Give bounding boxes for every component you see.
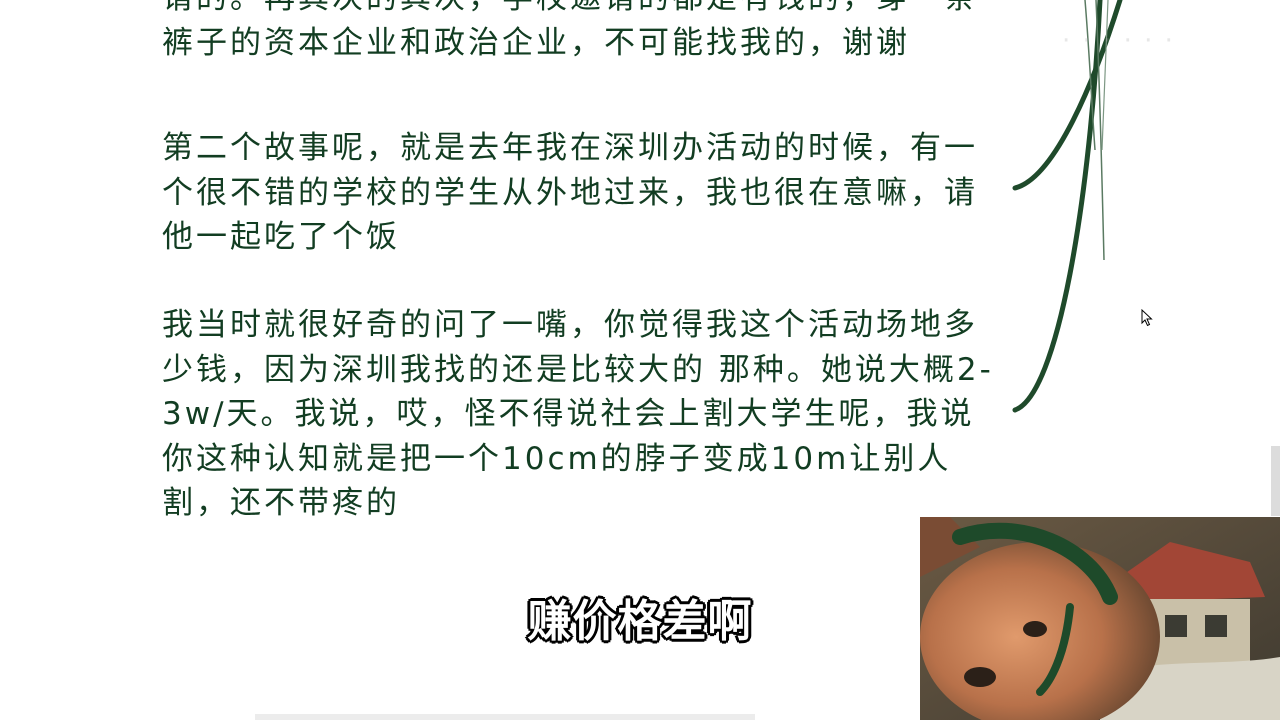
arrow-cursor-icon <box>1141 309 1153 327</box>
watermark: · · · · · · <box>1062 26 1175 56</box>
decorative-curves <box>1012 0 1123 413</box>
subtitle-caption: 赚价格差啊 <box>527 596 753 647</box>
paragraph-1: 请的。再其次的其次，学校邀请的都是有钱的，穿一条裤子的资本企业和政治企业，不可能… <box>162 0 975 61</box>
decorative-curve-5 <box>1101 0 1109 151</box>
bottom-scrollbar[interactable] <box>255 714 755 720</box>
paragraph-3: 我当时就很好奇的问了一嘴，你觉得我这个活动场地多少钱，因为深圳我找的还是比较大的… <box>162 307 994 521</box>
paragraph-2: 第二个故事呢，就是去年我在深圳办活动的时候，有一个很不错的学校的学生从外地过来，… <box>162 130 978 255</box>
scrollbar-thumb[interactable] <box>1271 446 1280 516</box>
decorative-curve-2 <box>1012 0 1103 413</box>
screen: 请的。再其次的其次，学校邀请的都是有钱的，穿一条裤子的资本企业和政治企业，不可能… <box>0 0 1280 720</box>
dog-nose <box>964 667 996 687</box>
